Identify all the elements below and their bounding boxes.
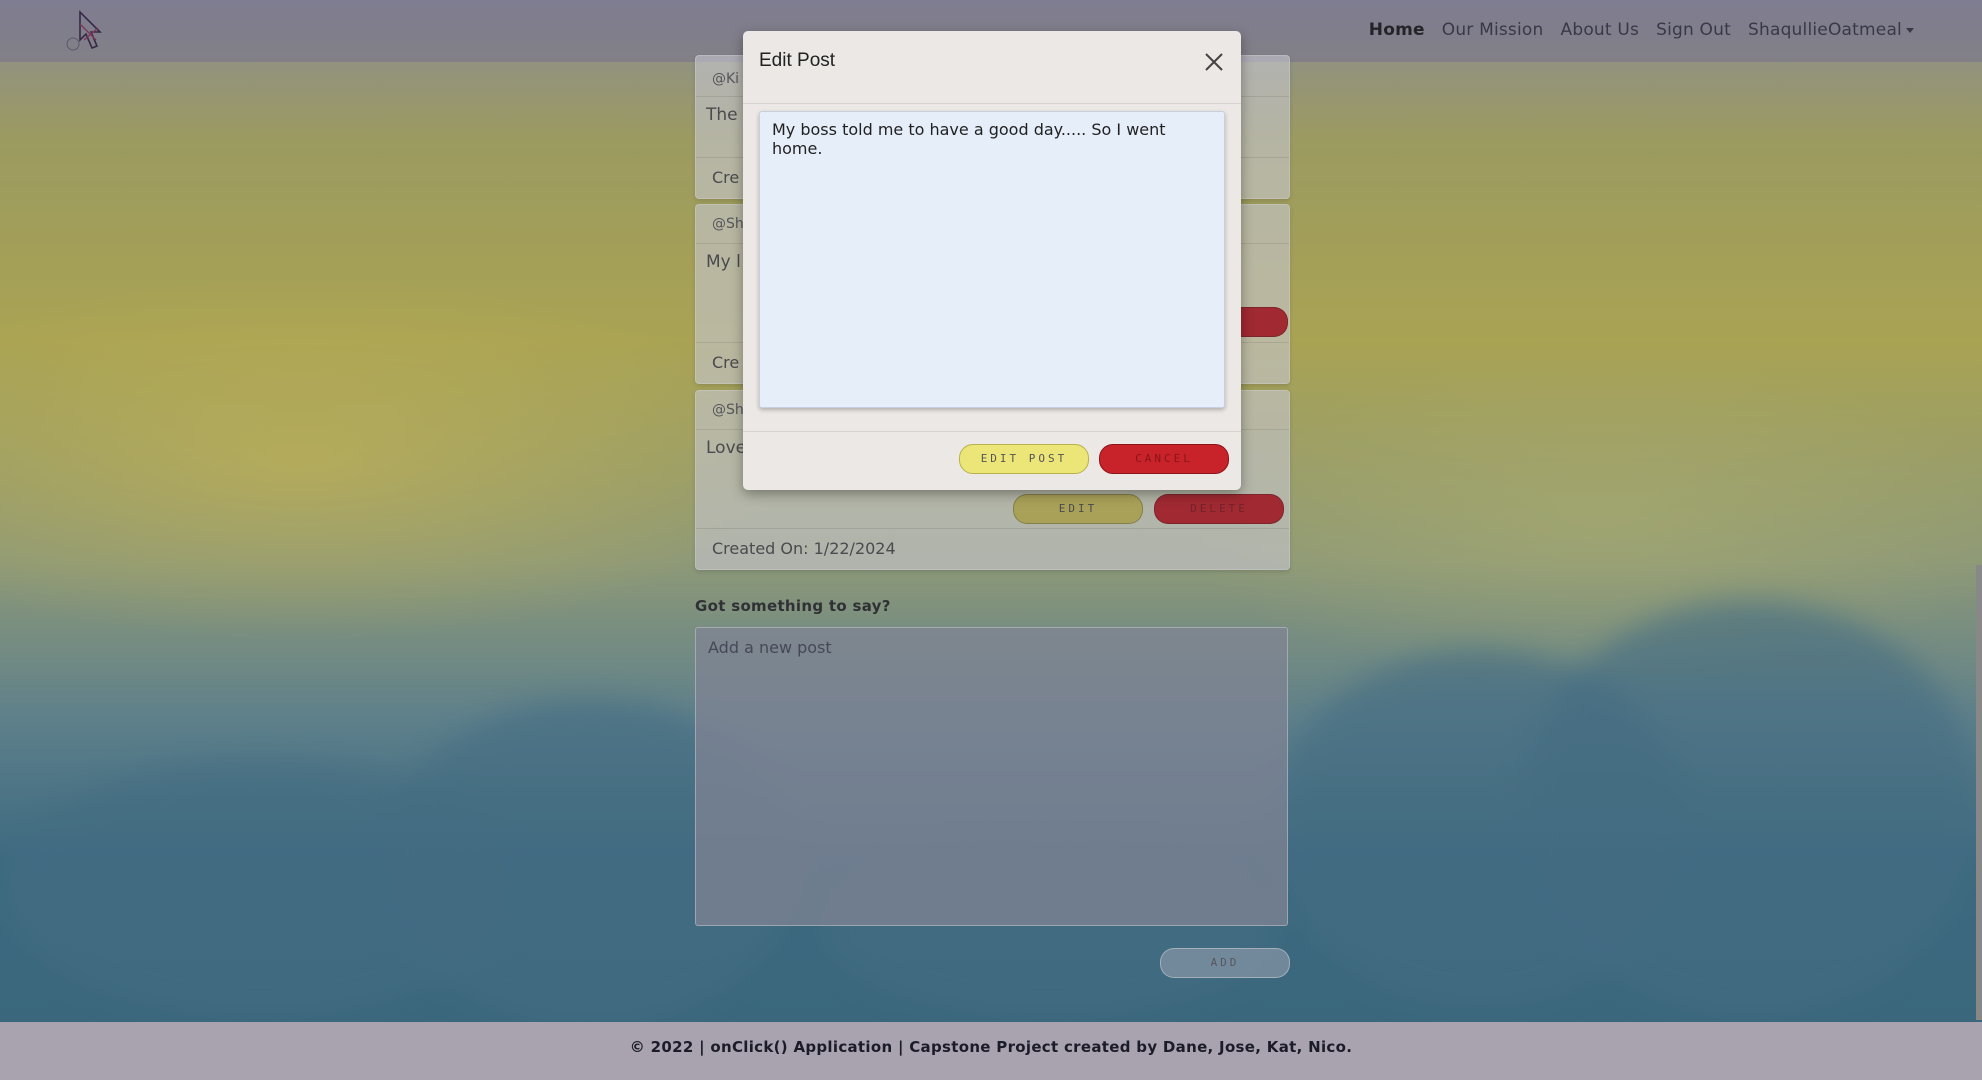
edit-post-textarea[interactable]: My boss told me to have a good day..... …	[759, 111, 1225, 408]
cancel-button[interactable]: CANCEL	[1099, 444, 1229, 474]
modal-title: Edit Post	[759, 50, 836, 71]
modal-footer-divider	[743, 431, 1241, 432]
edit-post-modal: Edit Post My boss told me to have a good…	[743, 31, 1241, 490]
close-icon[interactable]	[1201, 49, 1227, 75]
scrollbar[interactable]	[1976, 565, 1982, 1020]
edit-post-button[interactable]: EDIT POST	[959, 444, 1089, 474]
footer: © 2022 | onClick() Application | Capston…	[0, 1022, 1982, 1080]
modal-header-divider	[743, 103, 1241, 104]
